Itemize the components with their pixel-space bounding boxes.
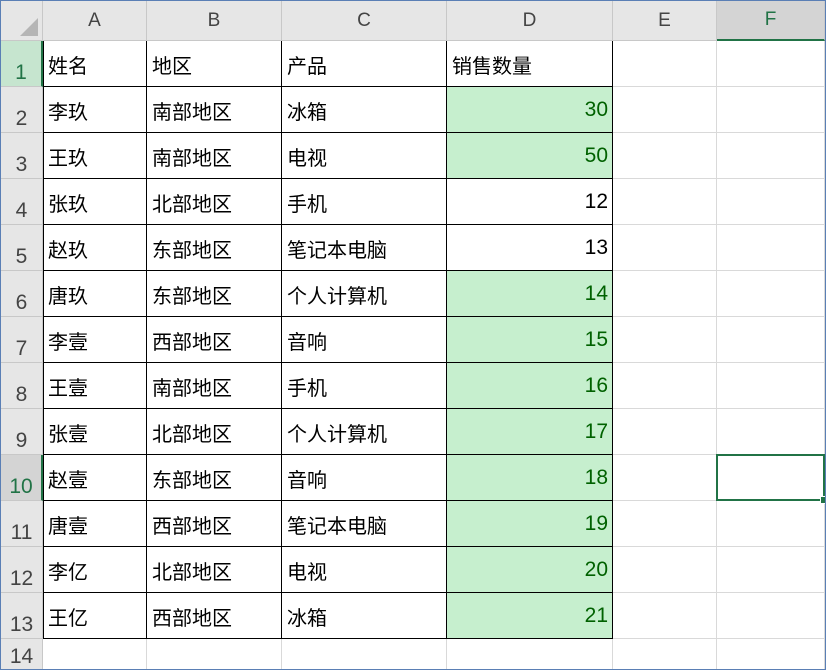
table-border (43, 270, 613, 271)
row-header-5[interactable]: 5 (1, 225, 43, 271)
cell-c2[interactable]: 冰箱 (282, 87, 447, 133)
column-header-c[interactable]: C (282, 1, 447, 41)
cell-b11[interactable]: 西部地区 (147, 501, 282, 547)
cell-a12[interactable]: 李亿 (43, 547, 147, 593)
cell-d8[interactable]: 16 (447, 363, 613, 409)
table-border (446, 41, 447, 639)
cell-b4[interactable]: 北部地区 (147, 179, 282, 225)
cell-d6[interactable]: 14 (447, 271, 613, 317)
row-header-13[interactable]: 13 (1, 593, 43, 639)
row-header-3[interactable]: 3 (1, 133, 43, 179)
cell-c12[interactable]: 电视 (282, 547, 447, 593)
cell-c13[interactable]: 冰箱 (282, 593, 447, 639)
table-border (146, 41, 147, 639)
row-header-12[interactable]: 12 (1, 547, 43, 593)
row-header-4[interactable]: 4 (1, 179, 43, 225)
row-header-1[interactable]: 1 (1, 41, 43, 87)
select-all-triangle-icon (20, 18, 38, 36)
cell-a6[interactable]: 唐玖 (43, 271, 147, 317)
cell-d2[interactable]: 30 (447, 87, 613, 133)
cell-a9[interactable]: 张壹 (43, 409, 147, 455)
row-header-10[interactable]: 10 (1, 455, 43, 501)
cell-b6[interactable]: 东部地区 (147, 271, 282, 317)
cell-d7[interactable]: 15 (447, 317, 613, 363)
cell-d4[interactable]: 12 (447, 179, 613, 225)
cell-c5[interactable]: 笔记本电脑 (282, 225, 447, 271)
column-header-d[interactable]: D (447, 1, 613, 41)
cell-b3[interactable]: 南部地区 (147, 133, 282, 179)
table-border (43, 592, 613, 593)
table-border (43, 408, 613, 409)
header-cell-a1[interactable]: 姓名 (43, 41, 147, 87)
cell-b9[interactable]: 北部地区 (147, 409, 282, 455)
cell-c11[interactable]: 笔记本电脑 (282, 501, 447, 547)
table-border (612, 41, 613, 639)
fill-handle[interactable] (820, 496, 825, 504)
cell-a10[interactable]: 赵壹 (43, 455, 147, 501)
table-border (43, 638, 613, 639)
cell-c6[interactable]: 个人计算机 (282, 271, 447, 317)
cell-d11[interactable]: 19 (447, 501, 613, 547)
table-border (43, 224, 613, 225)
cell-a7[interactable]: 李壹 (43, 317, 147, 363)
cell-a8[interactable]: 王壹 (43, 363, 147, 409)
cell-c9[interactable]: 个人计算机 (282, 409, 447, 455)
cell-d3[interactable]: 50 (447, 133, 613, 179)
column-header-a[interactable]: A (43, 1, 147, 41)
row-header-2[interactable]: 2 (1, 87, 43, 133)
table-border (43, 546, 613, 547)
row-header-6[interactable]: 6 (1, 271, 43, 317)
cell-d10[interactable]: 18 (447, 455, 613, 501)
table-border (43, 500, 613, 501)
cell-b13[interactable]: 西部地区 (147, 593, 282, 639)
cell-a13[interactable]: 王亿 (43, 593, 147, 639)
header-cell-c1[interactable]: 产品 (282, 41, 447, 87)
cell-b7[interactable]: 西部地区 (147, 317, 282, 363)
table-border (43, 454, 613, 455)
table-border (281, 41, 282, 639)
header-cell-b1[interactable]: 地区 (147, 41, 282, 87)
select-all-corner[interactable] (1, 1, 43, 41)
row-header-9[interactable]: 9 (1, 409, 43, 455)
cell-b10[interactable]: 东部地区 (147, 455, 282, 501)
cell-c4[interactable]: 手机 (282, 179, 447, 225)
active-cell-selection[interactable] (716, 454, 825, 501)
cell-a2[interactable]: 李玖 (43, 87, 147, 133)
table-border (43, 316, 613, 317)
row-header-14[interactable]: 14 (1, 639, 43, 669)
cell-d13[interactable]: 21 (447, 593, 613, 639)
gridline (824, 41, 825, 669)
table-border (43, 132, 613, 133)
table-border (43, 41, 44, 639)
row-header-8[interactable]: 8 (1, 363, 43, 409)
gridline (716, 41, 717, 669)
cell-c3[interactable]: 电视 (282, 133, 447, 179)
table-border (43, 86, 613, 87)
cell-b5[interactable]: 东部地区 (147, 225, 282, 271)
spreadsheet-grid[interactable]: A B C D E F 1 2 3 4 5 6 7 8 9 10 11 12 13 14 姓名 地区 产品 销售数量 李玖 南部地… (0, 0, 826, 670)
cell-b8[interactable]: 南部地区 (147, 363, 282, 409)
cell-b12[interactable]: 北部地区 (147, 547, 282, 593)
cell-a3[interactable]: 王玖 (43, 133, 147, 179)
cell-d12[interactable]: 20 (447, 547, 613, 593)
row-header-7[interactable]: 7 (1, 317, 43, 363)
cell-c10[interactable]: 音响 (282, 455, 447, 501)
cell-a11[interactable]: 唐壹 (43, 501, 147, 547)
cell-d9[interactable]: 17 (447, 409, 613, 455)
table-border (43, 362, 613, 363)
row-header-11[interactable]: 11 (1, 501, 43, 547)
cell-b2[interactable]: 南部地区 (147, 87, 282, 133)
column-header-f[interactable]: F (717, 1, 825, 41)
cell-d5[interactable]: 13 (447, 225, 613, 271)
table-border (43, 178, 613, 179)
cell-a4[interactable]: 张玖 (43, 179, 147, 225)
cell-a5[interactable]: 赵玖 (43, 225, 147, 271)
cell-c8[interactable]: 手机 (282, 363, 447, 409)
header-cell-d1[interactable]: 销售数量 (447, 41, 613, 87)
column-header-b[interactable]: B (147, 1, 282, 41)
column-header-e[interactable]: E (613, 1, 717, 41)
cell-c7[interactable]: 音响 (282, 317, 447, 363)
